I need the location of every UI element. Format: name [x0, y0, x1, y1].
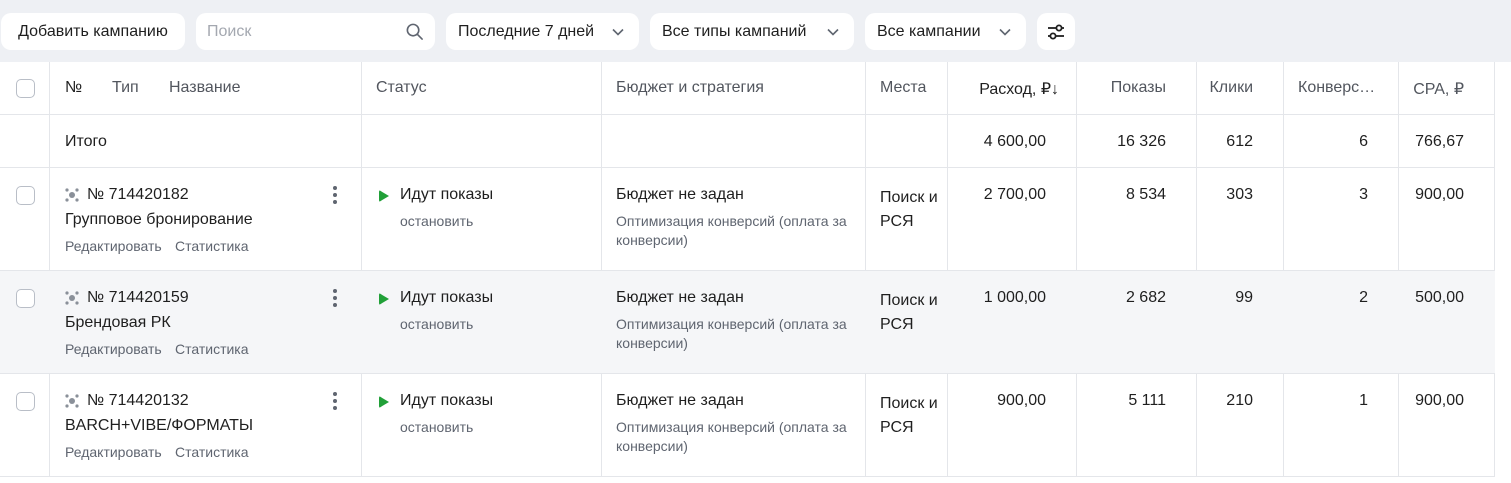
campaign-name[interactable]: BARCH+VIBE/ФОРМАТЫ [65, 417, 253, 435]
clicks-value: 99 [1235, 289, 1253, 306]
header-status[interactable]: Статус [376, 79, 427, 97]
more-vertical-icon[interactable] [332, 289, 338, 309]
cpa-value: 500,00 [1415, 289, 1464, 306]
stop-link[interactable]: остановить [400, 419, 473, 435]
period-dropdown-label: Последние 7 дней [458, 22, 595, 40]
conversions-value: 3 [1359, 186, 1368, 203]
campaigns-table: № Тип Название Статус Бюджет и стратегия… [0, 62, 1511, 483]
places-text: Поиск и РСЯ [880, 292, 938, 333]
campaign-id[interactable]: № 714420182 [87, 186, 189, 204]
spend-value: 900,00 [997, 392, 1046, 409]
filter-settings-button[interactable] [1037, 13, 1075, 50]
header-name[interactable]: Название [169, 79, 241, 97]
impressions-value: 8 534 [1125, 186, 1166, 203]
places-text: Поиск и РСЯ [880, 395, 938, 436]
strategy-text: Оптимизация конверсий (оплата за конверс… [616, 419, 847, 454]
edit-link[interactable]: Редактировать [65, 444, 162, 460]
table-header: № Тип Название Статус Бюджет и стратегия… [0, 62, 1495, 115]
campaign-types-dropdown-label: Все типы кампаний [662, 22, 807, 40]
cpa-value: 900,00 [1415, 392, 1464, 409]
strategy-text: Оптимизация конверсий (оплата за конверс… [616, 316, 847, 351]
chevron-down-icon [999, 28, 1011, 36]
stop-link[interactable]: остановить [400, 213, 473, 229]
impressions-value: 2 682 [1125, 289, 1166, 306]
clicks-value: 210 [1226, 392, 1253, 409]
places-text: Поиск и РСЯ [880, 189, 938, 230]
stop-link[interactable]: остановить [400, 316, 473, 332]
header-clicks[interactable]: Клики [1209, 79, 1253, 97]
total-row: Итого 4 600,00 16 326 612 6 766,67 [0, 115, 1495, 168]
table-row: № 714420182 Групповое бронирование Редак… [0, 168, 1495, 271]
campaign-type-icon [65, 291, 79, 305]
cpa-value: 900,00 [1415, 186, 1464, 203]
total-impressions: 16 326 [1117, 133, 1166, 150]
header-cpa[interactable]: CPA, ₽ [1413, 79, 1464, 99]
play-icon [379, 396, 389, 408]
table-row: № 714420159 Брендовая РК Редактировать С… [0, 271, 1495, 374]
budget-text: Бюджет не задан [616, 186, 744, 203]
more-vertical-icon[interactable] [332, 392, 338, 412]
chevron-down-icon [827, 28, 839, 36]
spend-value: 2 700,00 [983, 186, 1046, 203]
impressions-value: 5 111 [1128, 392, 1166, 409]
row-checkbox[interactable] [16, 289, 35, 308]
status-text: Идут показы [400, 392, 494, 409]
header-budget[interactable]: Бюджет и стратегия [616, 79, 764, 97]
search-input[interactable]: Поиск [196, 13, 435, 50]
total-clicks: 612 [1226, 133, 1253, 150]
total-spend: 4 600,00 [983, 133, 1046, 150]
conversions-value: 2 [1359, 289, 1368, 306]
table-row: № 714420132 BARCH+VIBE/ФОРМАТЫ Редактиро… [0, 374, 1495, 477]
statistics-link[interactable]: Статистика [175, 238, 249, 254]
status-text: Идут показы [400, 186, 494, 203]
select-all-checkbox[interactable] [16, 79, 35, 98]
chevron-down-icon [612, 28, 624, 36]
add-campaign-button[interactable]: Добавить кампанию [1, 13, 185, 50]
campaign-type-icon [65, 394, 79, 408]
budget-text: Бюджет не задан [616, 289, 744, 306]
header-conversions[interactable]: Конверс… [1298, 79, 1375, 97]
row-checkbox[interactable] [16, 186, 35, 205]
total-conversions: 6 [1359, 133, 1368, 150]
campaign-id[interactable]: № 714420132 [87, 392, 189, 410]
campaigns-dropdown[interactable]: Все кампании [865, 13, 1026, 50]
header-places[interactable]: Места [880, 79, 926, 97]
edit-link[interactable]: Редактировать [65, 341, 162, 357]
header-impressions[interactable]: Показы [1111, 79, 1166, 97]
search-placeholder: Поиск [207, 22, 252, 40]
strategy-text: Оптимизация конверсий (оплата за конверс… [616, 213, 847, 248]
period-dropdown[interactable]: Последние 7 дней [446, 13, 639, 50]
statistics-link[interactable]: Статистика [175, 341, 249, 357]
statistics-link[interactable]: Статистика [175, 444, 249, 460]
campaigns-dropdown-label: Все кампании [877, 22, 981, 40]
toolbar: Добавить кампанию Поиск Последние 7 дней… [0, 0, 1511, 62]
search-icon[interactable] [405, 22, 424, 41]
campaign-name[interactable]: Брендовая РК [65, 314, 171, 332]
edit-link[interactable]: Редактировать [65, 238, 162, 254]
row-checkbox[interactable] [16, 392, 35, 411]
campaign-name[interactable]: Групповое бронирование [65, 211, 253, 229]
budget-text: Бюджет не задан [616, 392, 744, 409]
header-spend[interactable]: Расход, ₽↓ [979, 79, 1059, 99]
header-type[interactable]: Тип [112, 79, 139, 97]
sliders-icon [1048, 24, 1064, 39]
status-text: Идут показы [400, 289, 494, 306]
total-label: Итого [65, 133, 107, 150]
total-cpa: 766,67 [1415, 133, 1464, 150]
campaign-id[interactable]: № 714420159 [87, 289, 189, 307]
play-icon [379, 293, 389, 305]
campaign-type-icon [65, 188, 79, 202]
play-icon [379, 190, 389, 202]
more-vertical-icon[interactable] [332, 186, 338, 206]
campaign-types-dropdown[interactable]: Все типы кампаний [650, 13, 854, 50]
header-num[interactable]: № [65, 79, 82, 97]
clicks-value: 303 [1226, 186, 1253, 203]
spend-value: 1 000,00 [983, 289, 1046, 306]
conversions-value: 1 [1359, 392, 1368, 409]
